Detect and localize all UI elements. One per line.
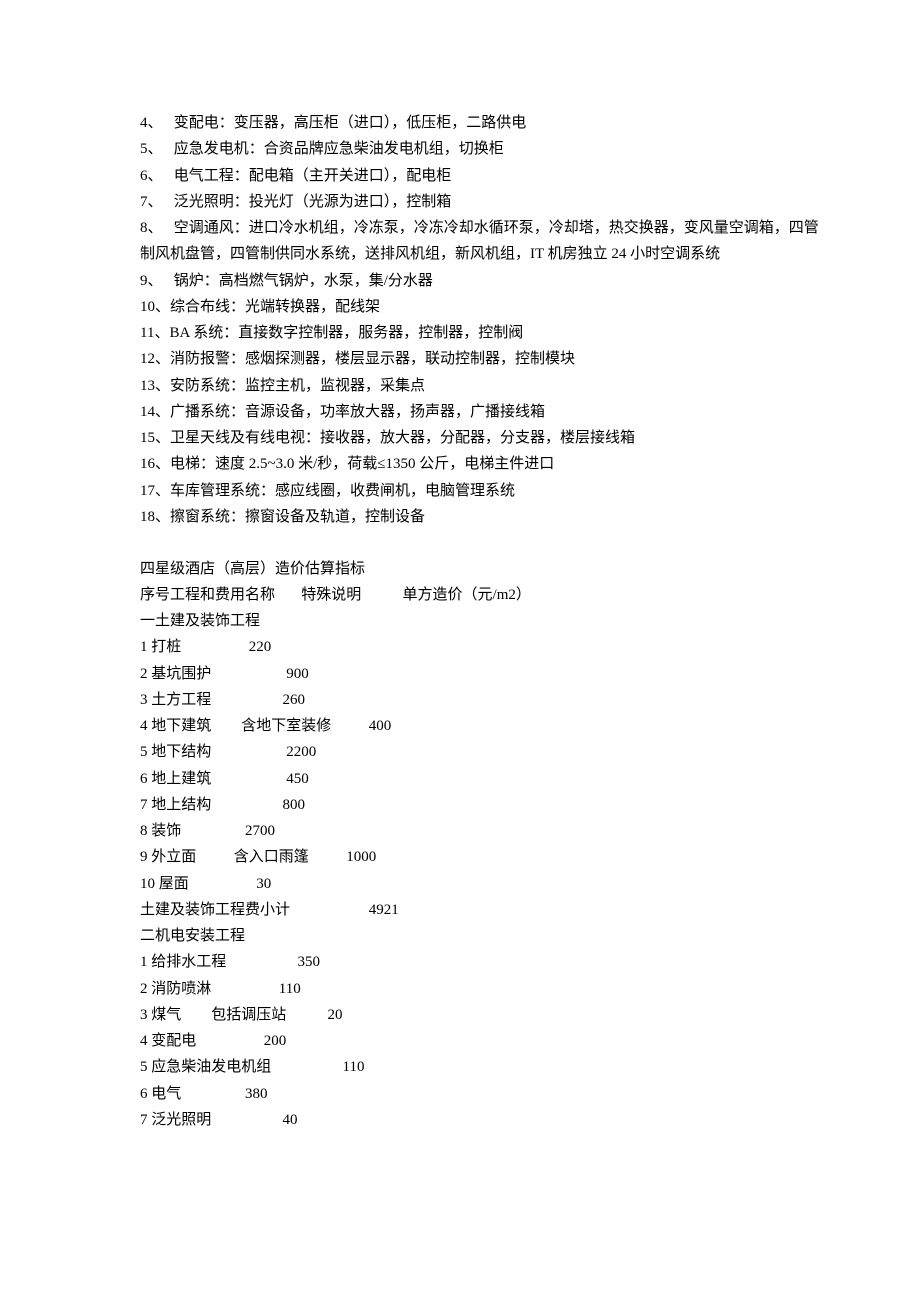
list-item: 4、 变配电：变压器，高压柜（进口），低压柜，二路供电	[140, 110, 780, 136]
table-row: 土建及装饰工程费小计 4921	[140, 897, 780, 923]
list-item: 8、 空调通风：进口冷水机组，冷冻泵，冷冻冷却水循环泵，冷却塔，热交换器，变风量…	[140, 215, 780, 241]
table-section-2: 1 给排水工程 350 2 消防喷淋 110 3 煤气 包括调压站 20 4 变…	[140, 949, 780, 1133]
table-row: 5 应急柴油发电机组 110	[140, 1054, 780, 1080]
list-item: 18、擦窗系统：擦窗设备及轨道，控制设备	[140, 504, 780, 530]
list-item: 10、综合布线：光端转换器，配线架	[140, 294, 780, 320]
table-row: 1 打桩 220	[140, 634, 780, 660]
table-row: 8 装饰 2700	[140, 818, 780, 844]
table-row: 2 消防喷淋 110	[140, 976, 780, 1002]
section2-title: 二机电安装工程	[140, 923, 780, 949]
table-row: 7 地上结构 800	[140, 792, 780, 818]
table-row: 4 地下建筑 含地下室装修 400	[140, 713, 780, 739]
table-row: 6 电气 380	[140, 1081, 780, 1107]
list-item: 12、消防报警：感烟探测器，楼层显示器，联动控制器，控制模块	[140, 346, 780, 372]
list-item: 11、BA 系统：直接数字控制器，服务器，控制器，控制阀	[140, 320, 780, 346]
list-item: 16、电梯：速度 2.5~3.0 米/秒，荷载≤1350 公斤，电梯主件进口	[140, 451, 780, 477]
numbered-list: 4、 变配电：变压器，高压柜（进口），低压柜，二路供电 5、 应急发电机：合资品…	[140, 110, 780, 530]
list-item: 14、广播系统：音源设备，功率放大器，扬声器，广播接线箱	[140, 399, 780, 425]
table-row: 10 屋面 30	[140, 871, 780, 897]
section1-title: 一土建及装饰工程	[140, 608, 780, 634]
table-row: 3 煤气 包括调压站 20	[140, 1002, 780, 1028]
table-row: 9 外立面 含入口雨篷 1000	[140, 844, 780, 870]
table-row: 4 变配电 200	[140, 1028, 780, 1054]
table-row: 7 泛光照明 40	[140, 1107, 780, 1133]
table-row: 5 地下结构 2200	[140, 739, 780, 765]
list-item: 9、 锅炉：高档燃气锅炉，水泵，集/分水器	[140, 268, 780, 294]
list-item: 5、 应急发电机：合资品牌应急柴油发电机组，切换柜	[140, 136, 780, 162]
list-item: 制风机盘管，四管制供同水系统，送排风机组，新风机组，IT 机房独立 24 小时空…	[140, 241, 780, 267]
list-item: 17、车库管理系统：感应线圈，收费闸机，电脑管理系统	[140, 478, 780, 504]
table-header: 序号工程和费用名称 特殊说明 单方造价（元/m2）	[140, 582, 780, 608]
table-row: 2 基坑围护 900	[140, 661, 780, 687]
table-section-1: 1 打桩 220 2 基坑围护 900 3 土方工程 260 4 地下建筑 含地…	[140, 634, 780, 923]
table-row: 1 给排水工程 350	[140, 949, 780, 975]
table-row: 6 地上建筑 450	[140, 766, 780, 792]
list-item: 13、安防系统：监控主机，监视器，采集点	[140, 373, 780, 399]
table-row: 3 土方工程 260	[140, 687, 780, 713]
section-title: 四星级酒店（高层）造价估算指标	[140, 556, 780, 582]
list-item: 7、 泛光照明：投光灯（光源为进口），控制箱	[140, 189, 780, 215]
list-item: 6、 电气工程：配电箱（主开关进口），配电柜	[140, 163, 780, 189]
list-item: 15、卫星天线及有线电视：接收器，放大器，分配器，分支器，楼层接线箱	[140, 425, 780, 451]
